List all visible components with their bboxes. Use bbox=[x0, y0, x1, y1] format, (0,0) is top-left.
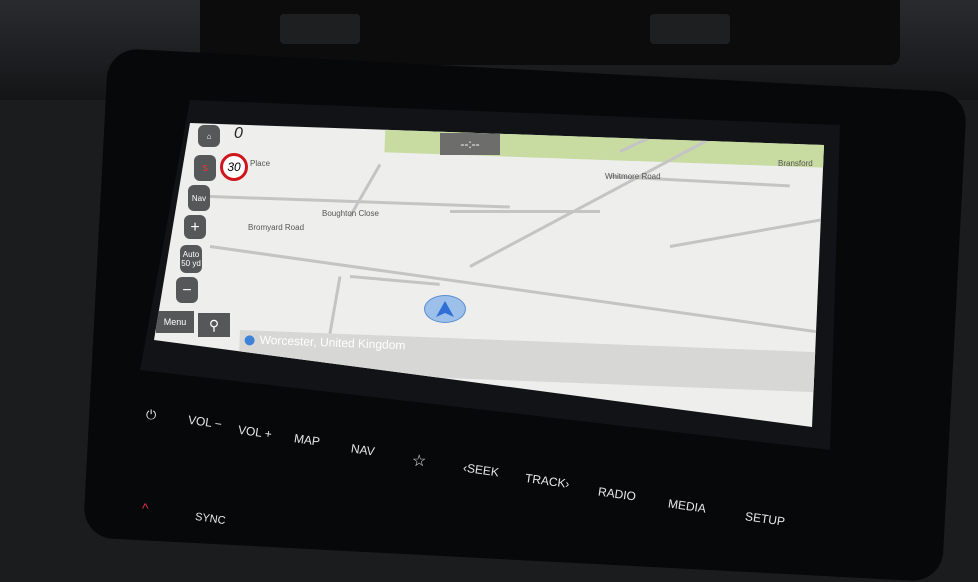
scale-label: 50 yd bbox=[181, 259, 201, 268]
location-icon bbox=[244, 335, 255, 346]
compass-button[interactable]: S bbox=[194, 155, 216, 181]
home-icon: ⌂ bbox=[206, 131, 212, 141]
vent-tab[interactable] bbox=[280, 14, 360, 44]
top-left-value: 0 bbox=[234, 125, 243, 142]
eta-box: --:-- bbox=[440, 133, 500, 155]
street-label: Boughton Close bbox=[322, 209, 379, 218]
vent-tab[interactable] bbox=[650, 14, 730, 44]
zoom-in-button[interactable]: + bbox=[184, 215, 206, 239]
location-text: Worcester, United Kingdom bbox=[259, 332, 406, 353]
search-button[interactable]: ⚲ bbox=[198, 313, 230, 337]
street-label: Bransford bbox=[778, 159, 813, 168]
air-vent bbox=[200, 0, 900, 65]
street-label: Whitmore Road bbox=[605, 172, 661, 181]
street-label: Place bbox=[250, 159, 271, 168]
road bbox=[450, 210, 600, 213]
menu-button[interactable]: Menu bbox=[156, 311, 194, 333]
nav-volume-button[interactable]: Nav bbox=[188, 185, 210, 211]
menu-label: Menu bbox=[163, 316, 187, 327]
minus-icon: − bbox=[182, 281, 192, 299]
favorite-star-button[interactable]: ☆ bbox=[412, 451, 426, 471]
road bbox=[209, 245, 824, 338]
auto-scale-button[interactable]: Auto 50 yd bbox=[180, 245, 202, 273]
power-button[interactable]: ⏻ bbox=[146, 407, 156, 423]
plus-icon: + bbox=[190, 218, 200, 236]
nav-label: Nav bbox=[191, 193, 207, 203]
home-button[interactable]: ⌂ bbox=[198, 125, 220, 147]
speed-limit-sign: 30 bbox=[220, 153, 248, 181]
current-position-arrow-icon bbox=[424, 295, 466, 323]
search-icon: ⚲ bbox=[208, 316, 220, 333]
zoom-out-button[interactable]: − bbox=[176, 277, 198, 303]
road bbox=[669, 217, 824, 248]
auto-label: Auto bbox=[182, 250, 200, 259]
street-label: Bromyard Road bbox=[248, 223, 305, 232]
chevron-up-icon[interactable]: ^ bbox=[142, 500, 149, 516]
compass-icon: S bbox=[202, 163, 208, 173]
